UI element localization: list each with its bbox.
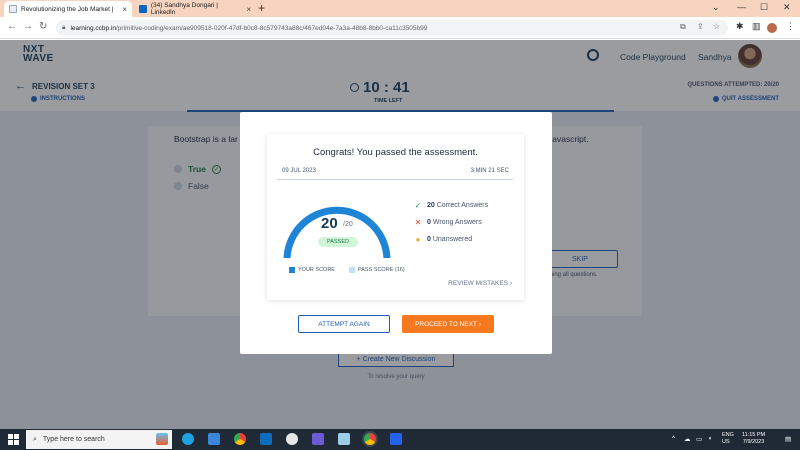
browser-tabstrip: Revolutionizing the Job Market | × (34) … <box>0 0 800 17</box>
review-label: REVIEW MISTAKES <box>448 280 509 287</box>
stat-label: Unanswered <box>432 236 473 243</box>
attempt-again-button[interactable]: ATTEMPT AGAIN <box>298 315 390 333</box>
status-badge: PASSED <box>318 237 358 247</box>
legend-swatch <box>349 267 355 273</box>
stat-correct: ✓ 20 Correct Answers <box>414 201 488 210</box>
lock-icon: 🔒︎ <box>62 24 66 31</box>
result-modal: Congrats! You passed the assessment. 09 … <box>240 112 552 354</box>
tab-search-icon[interactable]: ⌄ <box>712 2 720 13</box>
minimize-icon[interactable]: — <box>737 2 746 12</box>
legend-label: PASS SCORE (16) <box>358 267 405 273</box>
stat-unanswered: ● 0 Unanswered <box>414 235 473 244</box>
url-path: /primitive-coding/exam/ae909518-020f-47d… <box>116 24 428 32</box>
menu-kebab-icon[interactable]: ⋮ <box>786 21 795 32</box>
search-placeholder: Type here to search <box>42 436 105 443</box>
region-code: US <box>722 439 730 445</box>
url-host: learning.ccbp.in <box>70 24 116 32</box>
chevron-right-icon: › <box>476 320 481 328</box>
forward-icon[interactable]: → <box>23 21 33 32</box>
app-icon-4[interactable] <box>390 433 402 445</box>
system-clock[interactable]: 11:15 PM 7/9/2023 <box>742 432 765 446</box>
cross-icon: ✕ <box>414 218 422 227</box>
tab-title: (34) Sandhya Dongari | LinkedIn <box>150 2 218 16</box>
proceed-next-button[interactable]: PROCEED TO NEXT › <box>402 315 494 333</box>
chevron-right-icon: › <box>509 280 512 287</box>
clock-date: 7/9/2023 <box>742 439 765 445</box>
score-total: /20 <box>343 221 353 228</box>
battery-icon[interactable]: ▭ <box>696 435 702 443</box>
app-icon-2[interactable] <box>312 433 324 445</box>
profile-avatar-icon[interactable] <box>767 23 777 33</box>
close-tab-icon[interactable]: × <box>246 5 251 14</box>
result-card: Congrats! You passed the assessment. 09 … <box>267 134 524 300</box>
stat-count: 20 <box>427 202 435 209</box>
search-icon: ⌕ <box>33 435 37 443</box>
reload-icon[interactable]: ↻ <box>39 21 47 32</box>
tab-title: Revolutionizing the Job Market | <box>21 5 114 13</box>
app-icon-3[interactable] <box>338 433 350 445</box>
share-icon[interactable]: ⇪ <box>697 22 704 31</box>
new-tab-icon[interactable]: + <box>258 1 265 15</box>
stat-count: 0 <box>427 236 431 243</box>
score-value: 20 <box>321 215 338 232</box>
legend-label: YOUR SCORE <box>298 267 335 273</box>
legend-swatch <box>289 267 295 273</box>
volume-icon[interactable]: ◖ <box>708 435 712 442</box>
exam-duration: 3 MIN 21 SEC <box>470 168 509 174</box>
address-bar[interactable]: 🔒︎ learning.ccbp.in/primitive-coding/exa… <box>56 20 728 36</box>
chrome-active-icon[interactable] <box>364 433 376 445</box>
mail-icon[interactable] <box>260 433 272 445</box>
browser-toolbar: ← → ↻ 🔒︎ learning.ccbp.in/primitive-codi… <box>0 17 800 39</box>
store-icon[interactable] <box>208 433 220 445</box>
taskbar-search[interactable]: ⌕ Type here to search <box>26 430 172 449</box>
proceed-label: PROCEED TO NEXT <box>415 320 477 328</box>
tab-linkedin[interactable]: (34) Sandhya Dongari | LinkedIn × <box>134 1 256 17</box>
legend-pass-score: PASS SCORE (16) <box>349 267 405 273</box>
stat-count: 0 <box>427 219 431 226</box>
chrome-icon[interactable] <box>234 433 246 445</box>
taskbar: ⌕ Type here to search ^ ☁ ▭ ◖ ENG US 11:… <box>0 429 800 450</box>
lang-code: ENG <box>722 432 734 438</box>
linkedin-favicon <box>139 5 147 13</box>
install-app-icon[interactable]: ⧉ <box>680 22 686 32</box>
back-icon[interactable]: ← <box>7 21 17 32</box>
search-highlight-icon[interactable] <box>156 433 168 445</box>
page: NXT WAVE Code Playground Sandhya ← REVIS… <box>0 40 800 429</box>
clock-time: 11:15 PM <box>742 432 766 438</box>
windows-start-icon[interactable] <box>8 434 19 445</box>
tab-revolutionizing[interactable]: Revolutionizing the Job Market | × <box>4 1 132 17</box>
site-favicon <box>9 5 17 13</box>
stat-wrong: ✕ 0 Wrong Answers <box>414 218 482 227</box>
exam-date: 09 JUL 2023 <box>282 168 316 174</box>
app-icon[interactable] <box>286 433 298 445</box>
legend-your-score: YOUR SCORE <box>289 267 335 273</box>
close-tab-icon[interactable]: × <box>122 5 127 14</box>
network-icon[interactable]: ☁ <box>684 435 691 443</box>
edge-icon[interactable] <box>182 433 194 445</box>
maximize-icon[interactable]: ☐ <box>760 2 768 13</box>
stat-label: Correct Answers <box>436 202 489 209</box>
review-mistakes-link[interactable]: REVIEW MISTAKES › <box>448 280 512 287</box>
language-indicator[interactable]: ENG US <box>722 432 734 446</box>
extensions-icon[interactable]: ✱ <box>736 21 744 32</box>
divider <box>277 179 513 180</box>
bookmark-star-icon[interactable]: ☆ <box>713 22 720 31</box>
check-icon: ✓ <box>414 201 422 210</box>
sidepanel-icon[interactable]: ▥ <box>752 21 761 32</box>
dot-icon: ● <box>415 235 421 244</box>
close-window-icon[interactable]: ✕ <box>783 2 791 13</box>
notification-icon[interactable]: ▤ <box>785 435 791 443</box>
stat-label: Wrong Answers <box>432 219 482 226</box>
congrats-title: Congrats! You passed the assessment. <box>313 147 478 158</box>
tray-chevron-icon[interactable]: ^ <box>672 435 675 442</box>
